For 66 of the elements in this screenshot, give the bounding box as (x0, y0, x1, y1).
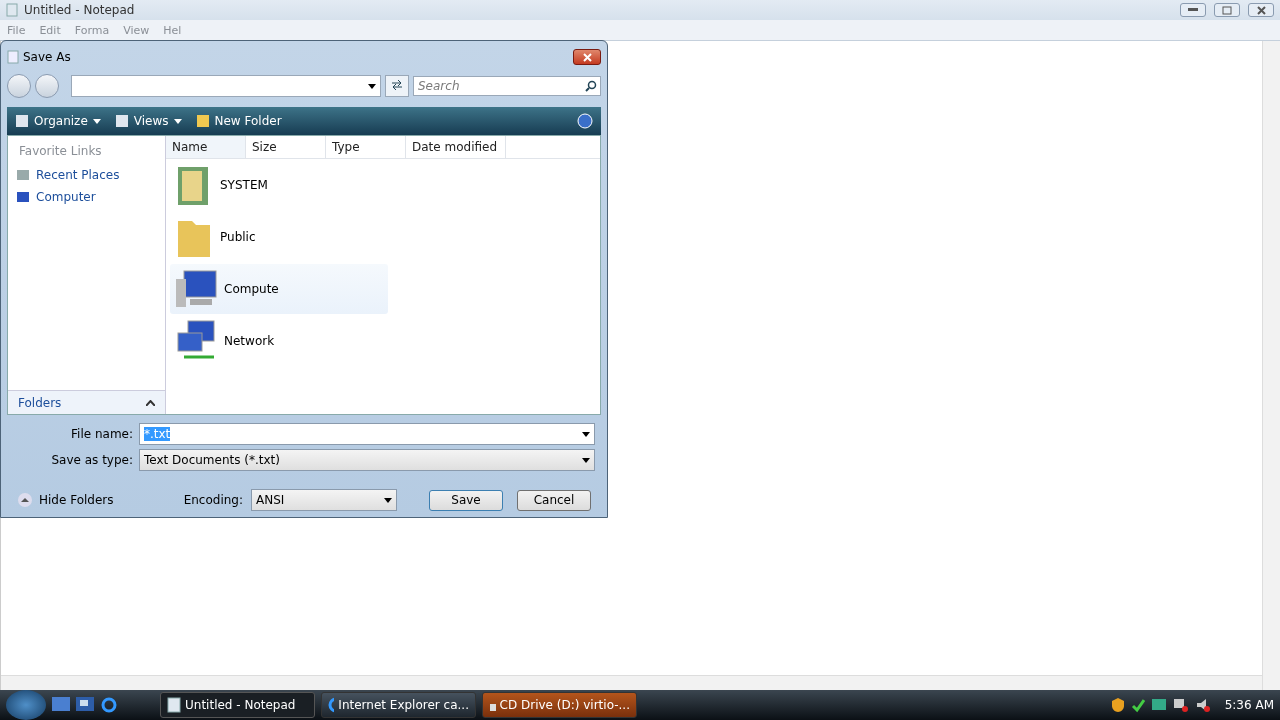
close-button[interactable] (573, 49, 601, 65)
notepad-icon (6, 3, 18, 17)
hide-folders-button[interactable]: Hide Folders (17, 492, 114, 508)
toolbar-button[interactable]: New Folder (195, 114, 282, 128)
notepad-icon (7, 50, 19, 64)
network-icon[interactable] (1172, 697, 1189, 713)
toolbar-button[interactable]: Organize (15, 114, 101, 128)
toolbar-button[interactable]: Views (114, 114, 182, 128)
minimize-button[interactable] (1180, 3, 1206, 17)
caret-icon (368, 83, 376, 89)
dialog-button[interactable]: Cancel (517, 489, 591, 511)
address-field[interactable] (71, 75, 381, 97)
window-title: Untitled - Notepad (24, 3, 136, 17)
folder-item[interactable]: SYSTEM (170, 160, 388, 210)
close-icon (582, 52, 592, 62)
clock: 5:36 AM (1224, 698, 1274, 712)
caret-icon (173, 118, 182, 124)
checkmark-icon[interactable] (1130, 697, 1145, 713)
arrows-icon (391, 80, 403, 90)
column-header[interactable]: Name (166, 136, 246, 158)
caret-icon (582, 457, 590, 463)
close-icon (1256, 5, 1266, 15)
file-type-dropdown[interactable]: Text Documents (*.txt) (139, 449, 595, 471)
field-label: Encoding: (183, 493, 243, 507)
taskbar-button[interactable]: Internet Explorer ca... (321, 692, 476, 718)
folder-item[interactable]: Network (170, 316, 388, 366)
dialog-button[interactable]: Save (429, 489, 503, 511)
computer-icon (174, 269, 218, 309)
speaker-icon[interactable] (1194, 697, 1211, 713)
chevron-up-icon (17, 492, 33, 508)
search-icon (585, 80, 597, 92)
restore-icon (1222, 5, 1232, 15)
folders-toggle[interactable]: Folders (8, 390, 165, 414)
computer-icon (16, 190, 30, 204)
refresh-button[interactable] (385, 75, 409, 97)
desktop-icon[interactable] (52, 696, 70, 714)
dialog-title: Save As (23, 50, 71, 64)
document-icon (114, 114, 129, 128)
vertical-scrollbar[interactable] (1262, 41, 1280, 690)
sidebar-link[interactable]: Recent Places (12, 164, 161, 186)
caret-icon (384, 497, 392, 503)
help-icon[interactable] (577, 113, 593, 129)
start-button[interactable] (6, 690, 46, 720)
chevron-up-icon (146, 399, 155, 406)
minimize-icon (1188, 8, 1198, 12)
encoding-dropdown[interactable]: ANSI (251, 489, 397, 511)
field-label: Save as type: (50, 453, 133, 467)
monitor-icon[interactable] (1150, 697, 1167, 713)
caret-icon (582, 431, 590, 437)
folder-icon (195, 114, 210, 128)
folder-item[interactable]: Compute (170, 264, 388, 314)
taskbar-button[interactable]: CD Drive (D:) virtio-... (482, 692, 637, 718)
caret-icon (92, 118, 101, 124)
notepad-icon (167, 697, 181, 713)
folder-item[interactable]: Public (170, 212, 388, 262)
field-label: File name: (70, 427, 133, 441)
sidebar-heading: Favorite Links (18, 144, 103, 158)
close-button[interactable] (1248, 3, 1274, 17)
shield-icon[interactable] (1110, 697, 1125, 713)
document-icon (16, 168, 30, 182)
sidebar-link[interactable]: Computer (12, 186, 161, 208)
document-icon (15, 114, 29, 128)
search-field[interactable]: Search (413, 76, 601, 96)
horizontal-scrollbar[interactable] (1, 675, 1262, 690)
window-switch-icon[interactable] (76, 696, 94, 714)
taskbar-button[interactable]: Untitled - Notepad (160, 692, 315, 718)
